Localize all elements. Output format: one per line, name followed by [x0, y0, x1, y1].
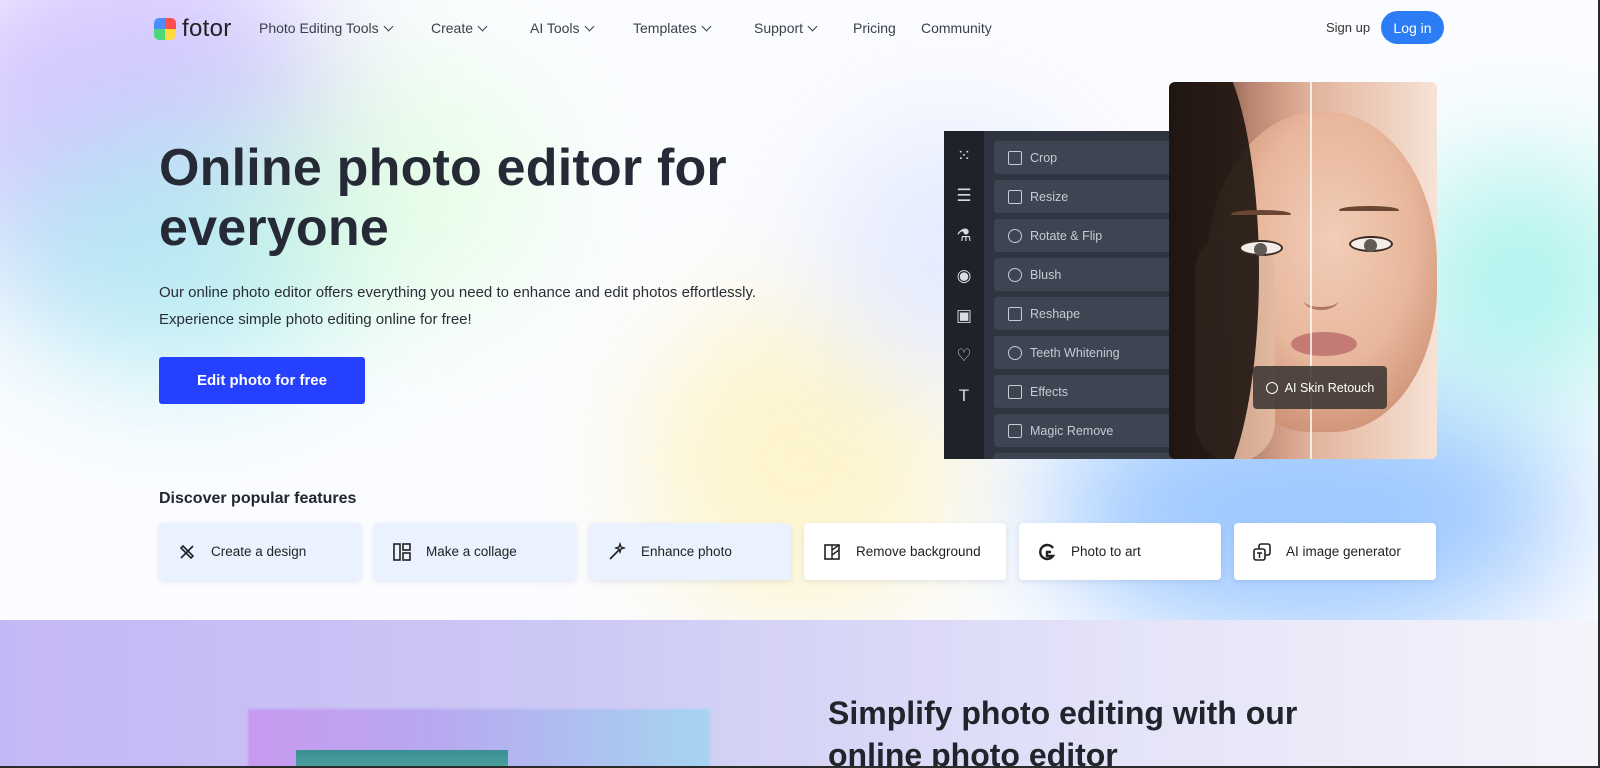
hero-desc-line1: Our online photo editor offers everythin…	[159, 284, 757, 301]
rotate-icon	[1008, 228, 1022, 243]
feature-label: Make a collage	[426, 544, 517, 559]
section-title-line2: online photo editor	[828, 737, 1118, 768]
section-title: Simplify photo editing with our online p…	[828, 692, 1388, 768]
nav-create[interactable]: Create	[431, 20, 488, 36]
login-button[interactable]: Log in	[1381, 11, 1444, 44]
hair-shape	[1169, 82, 1259, 459]
logo[interactable]: fotor	[154, 15, 232, 43]
nav-label: Pricing	[853, 20, 896, 36]
collage-icon	[392, 542, 412, 562]
feature-label: Create a design	[211, 544, 307, 559]
section-title-line1: Simplify photo editing with our	[828, 695, 1298, 731]
feature-remove-background[interactable]: Remove background	[804, 523, 1006, 580]
feature-label: AI image generator	[1286, 544, 1401, 559]
nav-ai-tools[interactable]: AI Tools	[530, 20, 594, 36]
menu-item-label: Resize	[1030, 189, 1069, 204]
logo-text: fotor	[182, 15, 232, 42]
section-image-inner	[296, 750, 508, 766]
edit-photo-button[interactable]: Edit photo for free	[159, 357, 365, 404]
nav-community[interactable]: Community	[921, 20, 992, 36]
chevron-down-icon	[477, 21, 488, 31]
menu-item-label: Crop	[1030, 150, 1058, 165]
menu-item-label: Blush	[1030, 267, 1062, 282]
blush-icon	[1008, 267, 1022, 282]
sparkle-icon	[1265, 381, 1278, 394]
teeth-icon	[1008, 345, 1022, 360]
menu-item-label: Teeth Whitening	[1030, 345, 1120, 360]
menu-item-label: Magic Remove	[1030, 423, 1114, 438]
nav-templates[interactable]: Templates	[633, 20, 712, 36]
left-brow	[1231, 210, 1291, 218]
eraser-icon	[1008, 423, 1022, 438]
text-icon[interactable]: T	[953, 385, 975, 407]
editor-tool-rail: ⁙ ☰ ⚗ ◉ ▣ ♡ T	[944, 131, 984, 459]
hero-title-line2: everyone	[159, 199, 389, 257]
nav-label: Support	[754, 20, 804, 36]
reshape-icon	[1008, 306, 1022, 321]
left-eye	[1239, 240, 1283, 256]
nav-label: Community	[921, 20, 992, 36]
signup-link[interactable]: Sign up	[1326, 20, 1370, 35]
ai-generator-icon	[1252, 542, 1272, 562]
feature-make-collage[interactable]: Make a collage	[374, 523, 576, 580]
nav-label: Templates	[633, 20, 697, 36]
crop-icon	[1008, 150, 1022, 165]
shapes-icon[interactable]: ♡	[953, 345, 975, 367]
feature-label: Remove background	[856, 544, 981, 559]
resize-icon	[1008, 189, 1022, 204]
hero-description: Our online photo editor offers everythin…	[159, 279, 839, 333]
lips-shape	[1291, 332, 1357, 356]
badge-label: AI Skin Retouch	[1284, 380, 1375, 395]
right-eye	[1349, 236, 1393, 252]
top-nav: fotor Photo Editing Tools Create AI Tool…	[0, 0, 1598, 56]
chevron-down-icon	[807, 21, 818, 31]
chevron-down-icon	[701, 21, 712, 31]
nav-label: Create	[431, 20, 474, 36]
hero-title-line1: Online photo editor for	[159, 139, 727, 197]
features-title: Discover popular features	[159, 490, 357, 507]
design-icon	[177, 542, 197, 562]
menu-item-label: Rotate & Flip	[1030, 228, 1103, 243]
nav-photo-editing-tools[interactable]: Photo Editing Tools	[259, 20, 394, 36]
logo-icon	[154, 18, 176, 40]
feature-label: Enhance photo	[641, 544, 732, 559]
nav-label: Photo Editing Tools	[259, 20, 379, 36]
feature-ai-image-generator[interactable]: AI image generator	[1234, 523, 1436, 580]
chevron-down-icon	[383, 21, 394, 31]
eye-icon[interactable]: ◉	[953, 265, 975, 287]
grid-icon[interactable]: ⁙	[953, 145, 975, 167]
page: fotor Photo Editing Tools Create AI Tool…	[0, 0, 1600, 768]
flask-icon[interactable]: ⚗	[953, 225, 975, 247]
sliders-icon[interactable]: ☰	[953, 185, 975, 207]
nav-label: AI Tools	[530, 20, 580, 36]
effects-icon	[1008, 384, 1022, 399]
nav-pricing[interactable]: Pricing	[853, 20, 896, 36]
enhance-icon	[607, 541, 627, 562]
remove-bg-icon	[822, 542, 842, 562]
feature-create-design[interactable]: Create a design	[159, 523, 361, 580]
nav-support[interactable]: Support	[754, 20, 818, 36]
feature-enhance-photo[interactable]: Enhance photo	[589, 523, 791, 580]
right-brow	[1339, 206, 1399, 214]
simplify-section: Simplify photo editing with our online p…	[0, 620, 1598, 768]
menu-item-label: Effects	[1030, 384, 1068, 399]
feature-photo-to-art[interactable]: Photo to art	[1019, 523, 1221, 580]
feature-label: Photo to art	[1071, 544, 1141, 559]
photo-art-icon	[1037, 542, 1057, 562]
frame-icon[interactable]: ▣	[953, 305, 975, 327]
ai-skin-retouch-badge: AI Skin Retouch	[1253, 366, 1387, 409]
chevron-down-icon	[584, 21, 594, 31]
menu-item-label: Reshape	[1030, 306, 1081, 321]
hero-desc-line2: Experience simple photo editing online f…	[159, 311, 472, 328]
hero-title: Online photo editor for everyone	[159, 138, 799, 258]
